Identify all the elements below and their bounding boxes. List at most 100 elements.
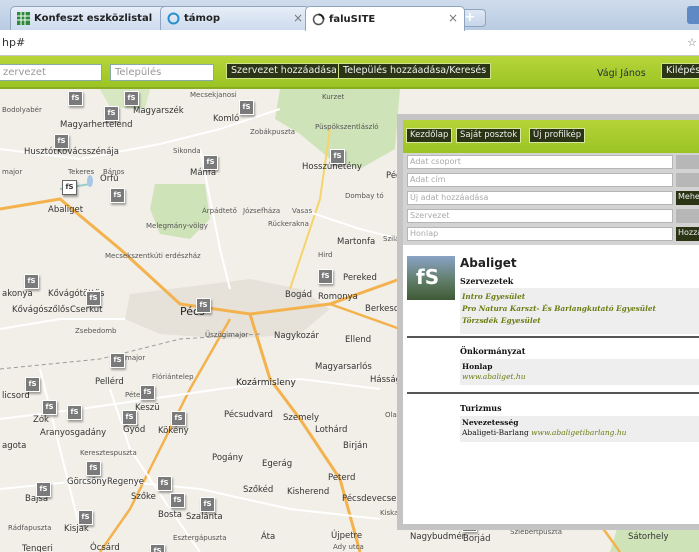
tourism-attraction: Abaligeti-Barlang — [462, 428, 529, 437]
map-marker[interactable]: fS — [200, 497, 215, 512]
map-marker[interactable]: fS — [171, 411, 186, 426]
new-data-field[interactable]: Új adat hozzáadása — [407, 191, 673, 205]
organization-link[interactable]: Törzsdék Egyesület — [462, 316, 541, 325]
government-url-link[interactable]: www.abaliget.hu — [462, 372, 526, 381]
panel-toolbar: Kezdőlap Saját posztok Új profilkép — [403, 120, 699, 153]
map-label: Mecsekszentkúti erdészház — [105, 252, 201, 260]
map-label: Pécsudvard — [224, 410, 273, 420]
map-marker-selected[interactable]: fS — [62, 180, 77, 195]
side-blank — [676, 209, 699, 223]
logout-button[interactable]: Kilépés — [661, 63, 699, 79]
map-label: Aranyosgadány — [40, 428, 107, 438]
url-text: hp# — [2, 36, 26, 49]
home-tab-button[interactable]: Kezdőlap — [406, 128, 453, 143]
submit-button[interactable]: Mehet — [676, 191, 699, 205]
organization-link[interactable]: Pro Natura Karszt- És Barlangkutató Egye… — [462, 304, 656, 313]
map-marker[interactable]: fS — [318, 269, 333, 284]
close-icon[interactable]: × — [448, 11, 458, 25]
organization-field[interactable]: Szervezet — [407, 209, 673, 223]
organization-search-input[interactable]: zervezet — [0, 64, 102, 81]
map-label: Borjád — [463, 534, 491, 544]
map-label: Rádfapuszta — [8, 524, 52, 532]
info-panel-body: Kezdőlap Saját posztok Új profilkép Adat… — [403, 120, 699, 524]
homepage-field[interactable]: Honlap — [407, 227, 673, 241]
data-group-field[interactable]: Adat csoport — [407, 155, 673, 169]
map-marker[interactable]: fS — [86, 461, 101, 476]
tourism-url-link[interactable]: www.abaligetibarlang.hu — [531, 428, 626, 437]
map-marker[interactable]: fS — [196, 298, 211, 313]
add-organization-button[interactable]: Szervezet hozzáadása — [226, 63, 342, 79]
map-label: Bosta — [158, 510, 183, 520]
map-marker[interactable]: fS — [122, 410, 137, 425]
map-label: Görcsöny — [67, 477, 107, 487]
map-label: Flóriántelep — [152, 373, 194, 381]
data-title-field[interactable]: Adat cím — [407, 173, 673, 187]
map-label: Ócsárd — [90, 543, 120, 552]
map-marker[interactable]: fS — [239, 100, 254, 115]
map-label: Tekeres — [68, 168, 95, 176]
map-marker[interactable]: fS — [124, 91, 139, 106]
window-control-button[interactable] — [687, 6, 699, 24]
map-label: Mecsekjanosi — [190, 91, 237, 99]
map-marker[interactable]: fS — [25, 377, 40, 392]
map-label: Keresztespuszta — [80, 449, 137, 457]
map-marker[interactable]: fS — [24, 274, 39, 289]
map-label: Romonya — [318, 292, 358, 302]
tab-title: támop — [184, 13, 220, 24]
map-label: licsord — [2, 391, 30, 401]
own-posts-button[interactable]: Saját posztok — [456, 128, 522, 143]
map-label: Hird — [318, 251, 333, 259]
map-label: Orfű — [100, 174, 119, 184]
map-label: Egerág — [262, 459, 293, 469]
map-marker[interactable]: fS — [104, 106, 119, 121]
map-marker[interactable]: fS — [157, 476, 172, 491]
map-marker[interactable]: fS — [110, 353, 125, 368]
map-marker[interactable]: fS — [68, 91, 83, 106]
map-marker[interactable]: fS — [42, 400, 57, 415]
bookmark-star-icon[interactable]: ☆ — [687, 36, 697, 49]
village-title: Abaliget — [460, 256, 517, 270]
map-marker[interactable]: fS — [86, 291, 101, 306]
map-marker[interactable]: fS — [140, 385, 155, 400]
divider — [407, 392, 699, 394]
map-label: Pécsdevecser — [342, 494, 400, 504]
map-label: Szőkéd — [243, 485, 274, 495]
government-key: Honlap — [462, 362, 493, 371]
tab-falusite[interactable]: faluSITE × — [305, 6, 465, 31]
close-icon[interactable]: × — [293, 11, 303, 25]
side-blank — [676, 155, 699, 169]
map-label: Regenye — [107, 477, 145, 487]
map-label: Gyód — [123, 425, 146, 435]
map-label: Nagybudmér — [410, 532, 466, 542]
tourism-value: Abaligeti-Barlang www.abaligetibarlang.h… — [462, 428, 627, 437]
tab-tamop[interactable]: támop × — [160, 6, 310, 30]
map-marker[interactable]: fS — [36, 482, 51, 497]
tourism-key: Nevezetesség — [462, 418, 519, 427]
organization-link[interactable]: Intro Egyesület — [462, 292, 525, 301]
add-button[interactable]: Hozzá — [676, 227, 699, 241]
map-marker[interactable]: fS — [110, 188, 125, 203]
address-bar[interactable]: hp# ☆ — [0, 30, 699, 56]
map-marker[interactable]: fS — [54, 134, 69, 149]
town-search-input[interactable]: Település — [110, 64, 214, 81]
spreadsheet-icon — [17, 12, 30, 25]
map-marker[interactable]: fS — [67, 405, 82, 420]
map-label: Árpádtető — [202, 207, 237, 215]
map-label: Tengeri — [22, 544, 53, 552]
map-marker[interactable]: fS — [170, 493, 185, 508]
new-profile-picture-button[interactable]: Új profilkép — [529, 128, 586, 143]
map-label: Józsefháza — [243, 207, 281, 215]
add-town-button[interactable]: Település hozzáadása/Keresés — [338, 63, 492, 79]
logo-text: fS — [416, 265, 440, 289]
map-label: Martonfa — [337, 237, 376, 247]
tab-konfeszt[interactable]: Konfeszt eszközlistal × — [10, 6, 180, 30]
map-label: Bodolyabér — [2, 106, 42, 114]
map-marker[interactable]: fS — [150, 544, 165, 552]
map-label: Szalánta — [186, 512, 223, 522]
map-marker[interactable]: fS — [203, 155, 218, 170]
map-marker[interactable]: fS — [78, 510, 93, 525]
map-label: Cserkút — [70, 305, 103, 315]
map-label: Üszögimajor — [205, 331, 249, 339]
map-label: akonya — [2, 289, 33, 299]
map-marker[interactable]: fS — [330, 149, 345, 164]
